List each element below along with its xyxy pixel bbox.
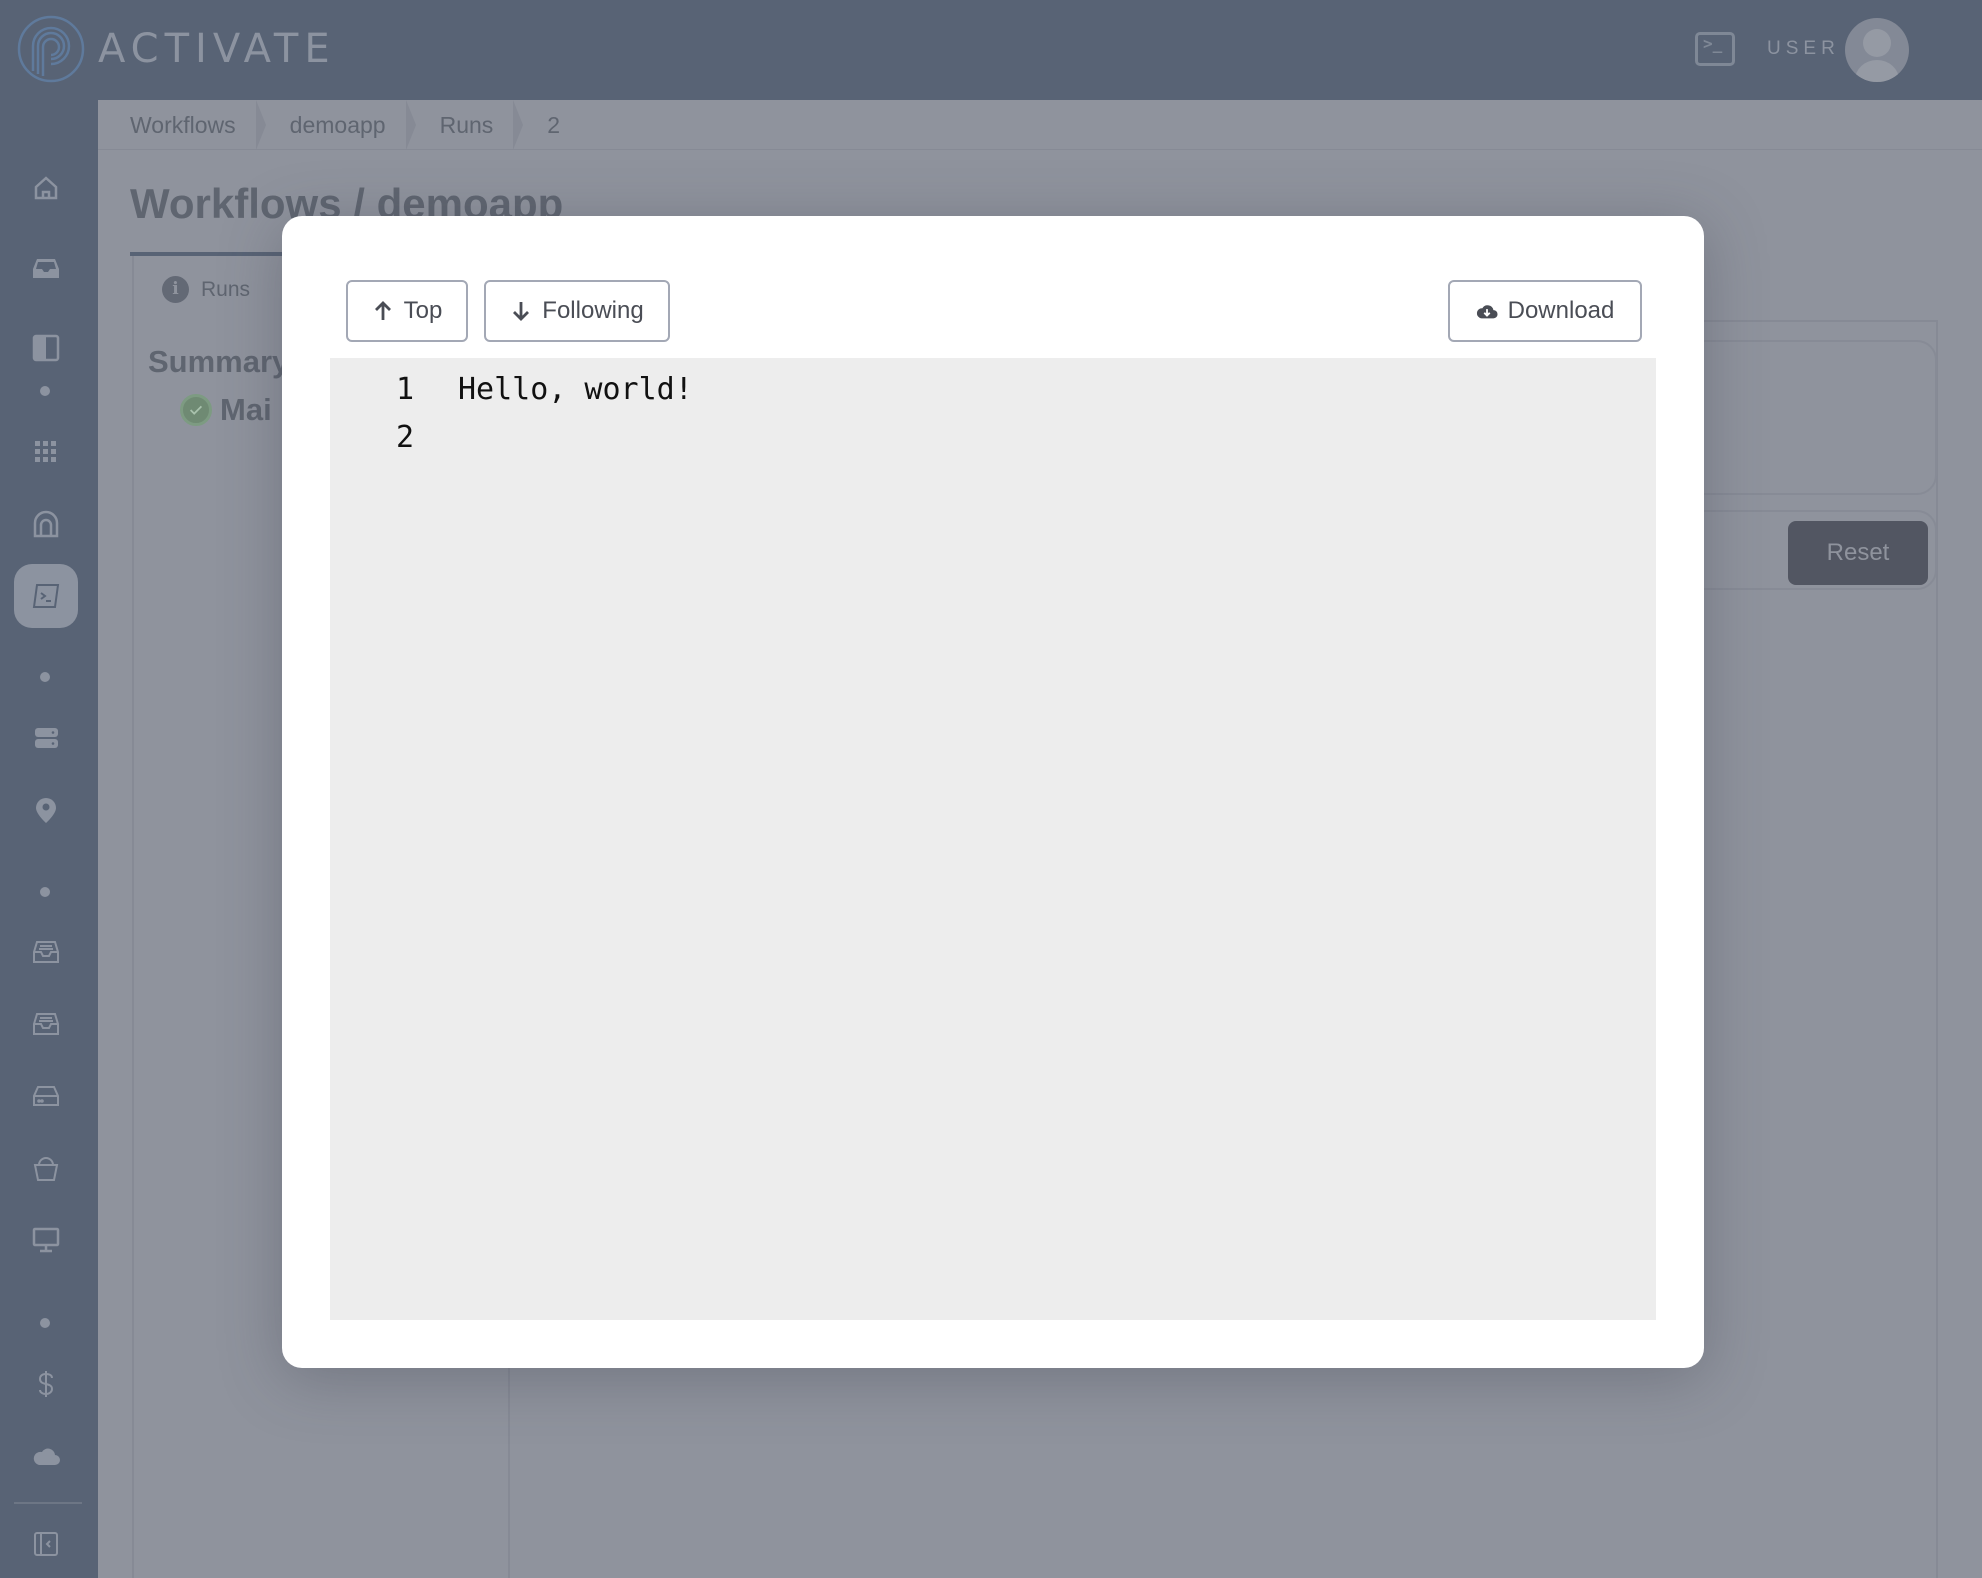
tab-runs[interactable]: i Runs [162,276,250,303]
follow-label: Following [542,297,644,324]
breadcrumb: Workflows demoapp Runs 2 [98,99,1982,150]
line-number: 1 [395,372,414,407]
sidebar-item-disks[interactable] [14,1064,78,1128]
sidebar-item-layout[interactable] [14,316,78,380]
scroll-top-label: Top [403,297,443,324]
sidebar-section-dot [40,1318,50,1328]
breadcrumb-runs[interactable]: Runs [408,99,523,150]
log-line: 1 Hello, world! [330,366,1656,414]
hard-drive-icon [33,1086,59,1106]
job-main-label: Mai [220,392,272,427]
grid-icon [35,441,56,462]
sidebar-item-workflows[interactable] [14,564,78,628]
sidebar-item-cloud[interactable] [14,1424,78,1488]
inbox-icon [33,259,59,278]
terminal-icon [32,584,60,608]
download-label: Download [1507,297,1615,324]
location-pin-icon [36,798,56,823]
summary-heading: Summary [148,344,290,379]
sidebar-item-billing[interactable] [14,1352,78,1416]
sidebar-item-inbox[interactable] [14,236,78,300]
breadcrumb-demoapp[interactable]: demoapp [258,99,416,150]
sidebar-item-storage-2[interactable] [14,992,78,1056]
line-text: Hello, world! [458,372,693,407]
sidebar-item-apps[interactable] [14,420,78,484]
follow-button[interactable]: Following [484,280,670,342]
sidebar-item-buckets[interactable] [14,1136,78,1200]
reset-button[interactable]: Reset [1788,521,1928,585]
sidebar-item-servers[interactable] [14,706,78,770]
tray-icon [33,941,59,963]
sidebar-item-tunnels[interactable] [14,492,78,556]
server-icon [35,728,58,748]
arrow-down-icon [513,302,530,321]
sidebar-layout-icon [32,334,60,362]
breadcrumb-run-id[interactable]: 2 [515,100,582,150]
sidebar-section-dot [40,672,50,682]
sidebar-item-locations[interactable] [14,778,78,842]
log-viewer-modal: Top Following Download 1 Hello, world! 2 [282,216,1704,1368]
tunnel-icon [33,510,59,538]
download-button[interactable]: Download [1448,280,1642,342]
dollar-icon [38,1371,54,1397]
top-bar: ACTIVATE >_ USER [0,0,1982,100]
check-circle-icon [180,394,212,426]
home-icon [34,176,58,200]
scroll-top-button[interactable]: Top [346,280,468,342]
job-main-row[interactable]: Mai [180,392,272,428]
avatar-head [1863,29,1891,57]
line-text [414,414,458,462]
log-output[interactable]: 1 Hello, world! 2 [330,358,1656,1320]
cloud-download-icon [1476,305,1498,319]
line-number: 2 [395,420,414,455]
avatar-body [1855,60,1899,82]
info-icon: i [162,276,189,303]
sidebar-item-storage-1[interactable] [14,920,78,984]
tray-icon [33,1013,59,1035]
breadcrumb-workflows[interactable]: Workflows [98,99,266,150]
sidebar-item-home[interactable] [14,156,78,220]
sidebar-collapse-button[interactable] [14,1512,78,1576]
sidebar-divider [14,1502,82,1504]
sidebar-item-desktops[interactable] [14,1208,78,1272]
activate-logo-icon[interactable] [16,14,86,84]
sidebar-section-dot [40,887,50,897]
collapse-sidebar-icon [34,1532,58,1556]
monitor-icon [32,1227,60,1253]
brand-name: ACTIVATE [98,26,336,72]
sidebar-section-dot [40,386,50,396]
terminal-icon: >_ [1703,34,1723,53]
tab-runs-label: Runs [201,277,251,301]
user-label[interactable]: USER [1767,38,1840,60]
arrow-up-icon [374,301,391,320]
sidebar [0,100,98,1578]
log-line: 2 [330,414,1656,462]
bucket-icon [33,1157,59,1181]
terminal-button[interactable]: >_ [1695,32,1735,66]
cloud-icon [33,1448,60,1465]
avatar[interactable] [1845,18,1909,82]
